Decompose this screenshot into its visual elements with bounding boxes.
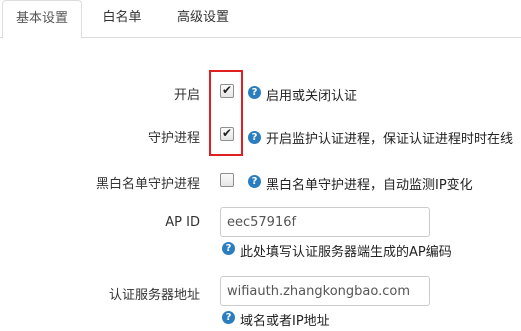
question-circle-icon: ?: [248, 131, 261, 144]
question-circle-icon: ?: [222, 242, 235, 255]
tab-advanced-settings[interactable]: 高级设置: [166, 0, 240, 36]
ap-id-help-text: 此处填写认证服务器端生成的AP编码: [240, 245, 452, 260]
tab-whitelist[interactable]: 白名单: [92, 0, 152, 36]
ap-id-label: AP ID: [165, 215, 200, 230]
tab-basic-settings[interactable]: 基本设置: [2, 0, 82, 39]
blacklist-guard-label: 黑白名单守护进程: [95, 177, 200, 192]
ap-id-input[interactable]: [220, 207, 430, 237]
blacklist-guard-checkbox[interactable]: [220, 173, 234, 187]
highlight-box: [209, 70, 243, 156]
enable-help-text: 启用或关闭认证: [266, 89, 358, 104]
question-circle-icon: ?: [248, 175, 261, 188]
blacklist-guard-help-text: 黑白名单守护进程，自动监测IP变化: [266, 178, 473, 193]
question-circle-icon: ?: [248, 86, 261, 99]
question-circle-icon: ?: [222, 311, 235, 324]
guard-label: 守护进程: [147, 131, 200, 146]
tab-bar: 基本设置 白名单 高级设置: [0, 0, 521, 39]
enable-label: 开启: [173, 88, 200, 103]
guard-help-text: 开启监护认证进程，保证认证进程时时在线: [266, 132, 514, 147]
auth-server-label: 认证服务器地址: [108, 288, 200, 303]
auth-server-help-text: 域名或者IP地址: [240, 314, 330, 329]
auth-server-input[interactable]: [220, 276, 430, 306]
